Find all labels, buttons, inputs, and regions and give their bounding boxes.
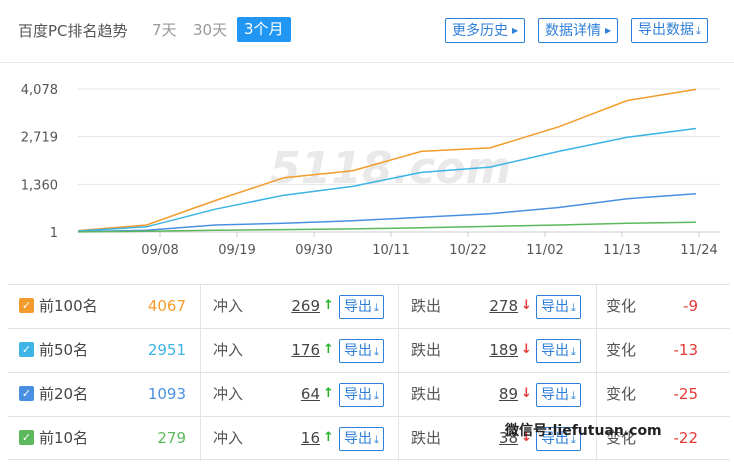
x-tick-label: 09/08 [141,243,178,258]
caret-right-icon: ▶ [512,26,519,35]
rush-in-label: 冲入 [213,429,244,447]
y-tick-label: 1 [50,226,58,241]
divider [200,329,201,373]
series-line-2 [77,192,697,233]
drop-out-count-link[interactable]: 89 [478,373,518,417]
row-label: 前20名 [39,385,89,403]
download-icon: ⤓ [374,345,379,358]
drop-out-label: 跌出 [411,429,442,447]
series-line-3 [77,221,697,233]
rush-in-count-link[interactable]: 269 [280,285,320,329]
download-icon: ⤓ [571,389,576,402]
arrow-up-icon: ↑ [323,342,334,357]
x-tick-label: 10/22 [449,243,486,258]
divider [200,373,201,417]
rush-in-label: 冲入 [213,385,244,403]
divider [596,285,597,329]
rush-in-count-link[interactable]: 16 [280,417,320,461]
drop-out-label: 跌出 [411,385,442,403]
drop-out-label: 跌出 [411,297,442,315]
drop-out-count-link[interactable]: 189 [478,329,518,373]
change-value: -9 [683,297,698,315]
divider [398,373,399,417]
arrow-up-icon: ↑ [323,430,334,445]
checkbox[interactable]: ✓ [19,342,34,357]
row-count: 279 [157,429,186,447]
range-7-days[interactable]: 7天 [152,19,177,40]
x-tick-label: 11/13 [603,243,640,258]
change-label: 变化 [606,385,637,403]
row-label: 前10名 [39,429,89,447]
download-icon: ⤓ [374,433,379,446]
divider [200,417,201,461]
rush-in-count-link[interactable]: 176 [280,329,320,373]
caret-right-icon: ▶ [605,26,612,35]
export-in-button[interactable]: 导出 ⤓ [339,427,384,451]
rush-in-label: 冲入 [213,297,244,315]
download-icon: ⤓ [374,389,379,402]
arrow-down-icon: ↓ [521,386,532,401]
table-row: ✓ 前100名 4067 冲入 269 ↑ 导出 ⤓ 跌出 278 ↓ 导出 ⤓ 变化 -9 [8,284,730,329]
export-in-button[interactable]: 导出 ⤓ [339,383,384,407]
export-data-button[interactable]: 导出数据 ⤓ [631,18,708,43]
change-value: -25 [673,385,699,403]
x-tick-label: 11/24 [680,243,717,258]
arrow-down-icon: ↓ [521,298,532,313]
y-tick-label: 2,719 [21,131,58,146]
divider [398,417,399,461]
divider [200,285,201,329]
change-label: 变化 [606,297,637,315]
row-count: 2951 [147,341,186,359]
watermark-text: 微信号:liefutuan.com [505,423,662,439]
trend-chart: 5118.com 1 1,360 2,719 4,078 09/08 09/19 09/30… [0,62,734,284]
x-tick-label: 10/11 [372,243,409,258]
trend-header: 百度PC排名趋势 7天 30天 3个月 更多历史 ▶ 数据详情 ▶ 导出数据 ⤓ [0,0,734,62]
change-value: -13 [673,341,699,359]
divider [398,285,399,329]
range-30-days[interactable]: 30天 [193,19,227,40]
export-out-button[interactable]: 导出 ⤓ [536,383,581,407]
x-tick-label: 09/19 [218,243,255,258]
more-history-button[interactable]: 更多历史 ▶ [445,18,526,43]
row-count: 1093 [147,385,186,403]
download-icon: ⤓ [374,301,379,314]
trend-chart-svg: 5118.com 11,3602,7194,07809/08 09/19 09/30… [21,83,720,258]
data-details-button[interactable]: 数据详情 ▶ [538,18,619,43]
download-icon: ⤓ [571,345,576,358]
rush-in-count-link[interactable]: 64 [280,373,320,417]
checkbox[interactable]: ✓ [19,430,34,445]
export-out-button[interactable]: 导出 ⤓ [536,339,581,363]
checkbox[interactable]: ✓ [19,298,34,313]
table-row: ✓ 前20名 1093 冲入 64 ↑ 导出 ⤓ 跌出 89 ↓ 导出 ⤓ 变化 -25 [8,372,730,417]
row-label: 前100名 [39,297,98,315]
arrow-down-icon: ↓ [521,342,532,357]
row-count: 4067 [147,297,186,315]
page-title: 百度PC排名趋势 [18,22,128,40]
drop-out-label: 跌出 [411,341,442,359]
download-icon: ⤓ [571,301,576,314]
x-tick-label: 11/02 [526,243,563,258]
arrow-up-icon: ↑ [323,386,334,401]
x-tick-label: 09/30 [295,243,332,258]
export-in-button[interactable]: 导出 ⤓ [339,339,384,363]
arrow-up-icon: ↑ [323,298,334,313]
divider [398,329,399,373]
divider [596,329,597,373]
change-label: 变化 [606,341,637,359]
rush-in-label: 冲入 [213,341,244,359]
y-tick-label: 4,078 [21,83,58,98]
y-tick-label: 1,360 [21,178,58,193]
drop-out-count-link[interactable]: 278 [478,285,518,329]
table-row: ✓ 前50名 2951 冲入 176 ↑ 导出 ⤓ 跌出 189 ↓ 导出 ⤓ 变化 -13 [8,328,730,373]
export-out-button[interactable]: 导出 ⤓ [536,295,581,319]
range-3-months[interactable]: 3个月 [237,17,291,42]
download-icon: ⤓ [696,24,701,37]
export-in-button[interactable]: 导出 ⤓ [339,295,384,319]
checkbox[interactable]: ✓ [19,386,34,401]
divider [596,373,597,417]
row-label: 前50名 [39,341,89,359]
